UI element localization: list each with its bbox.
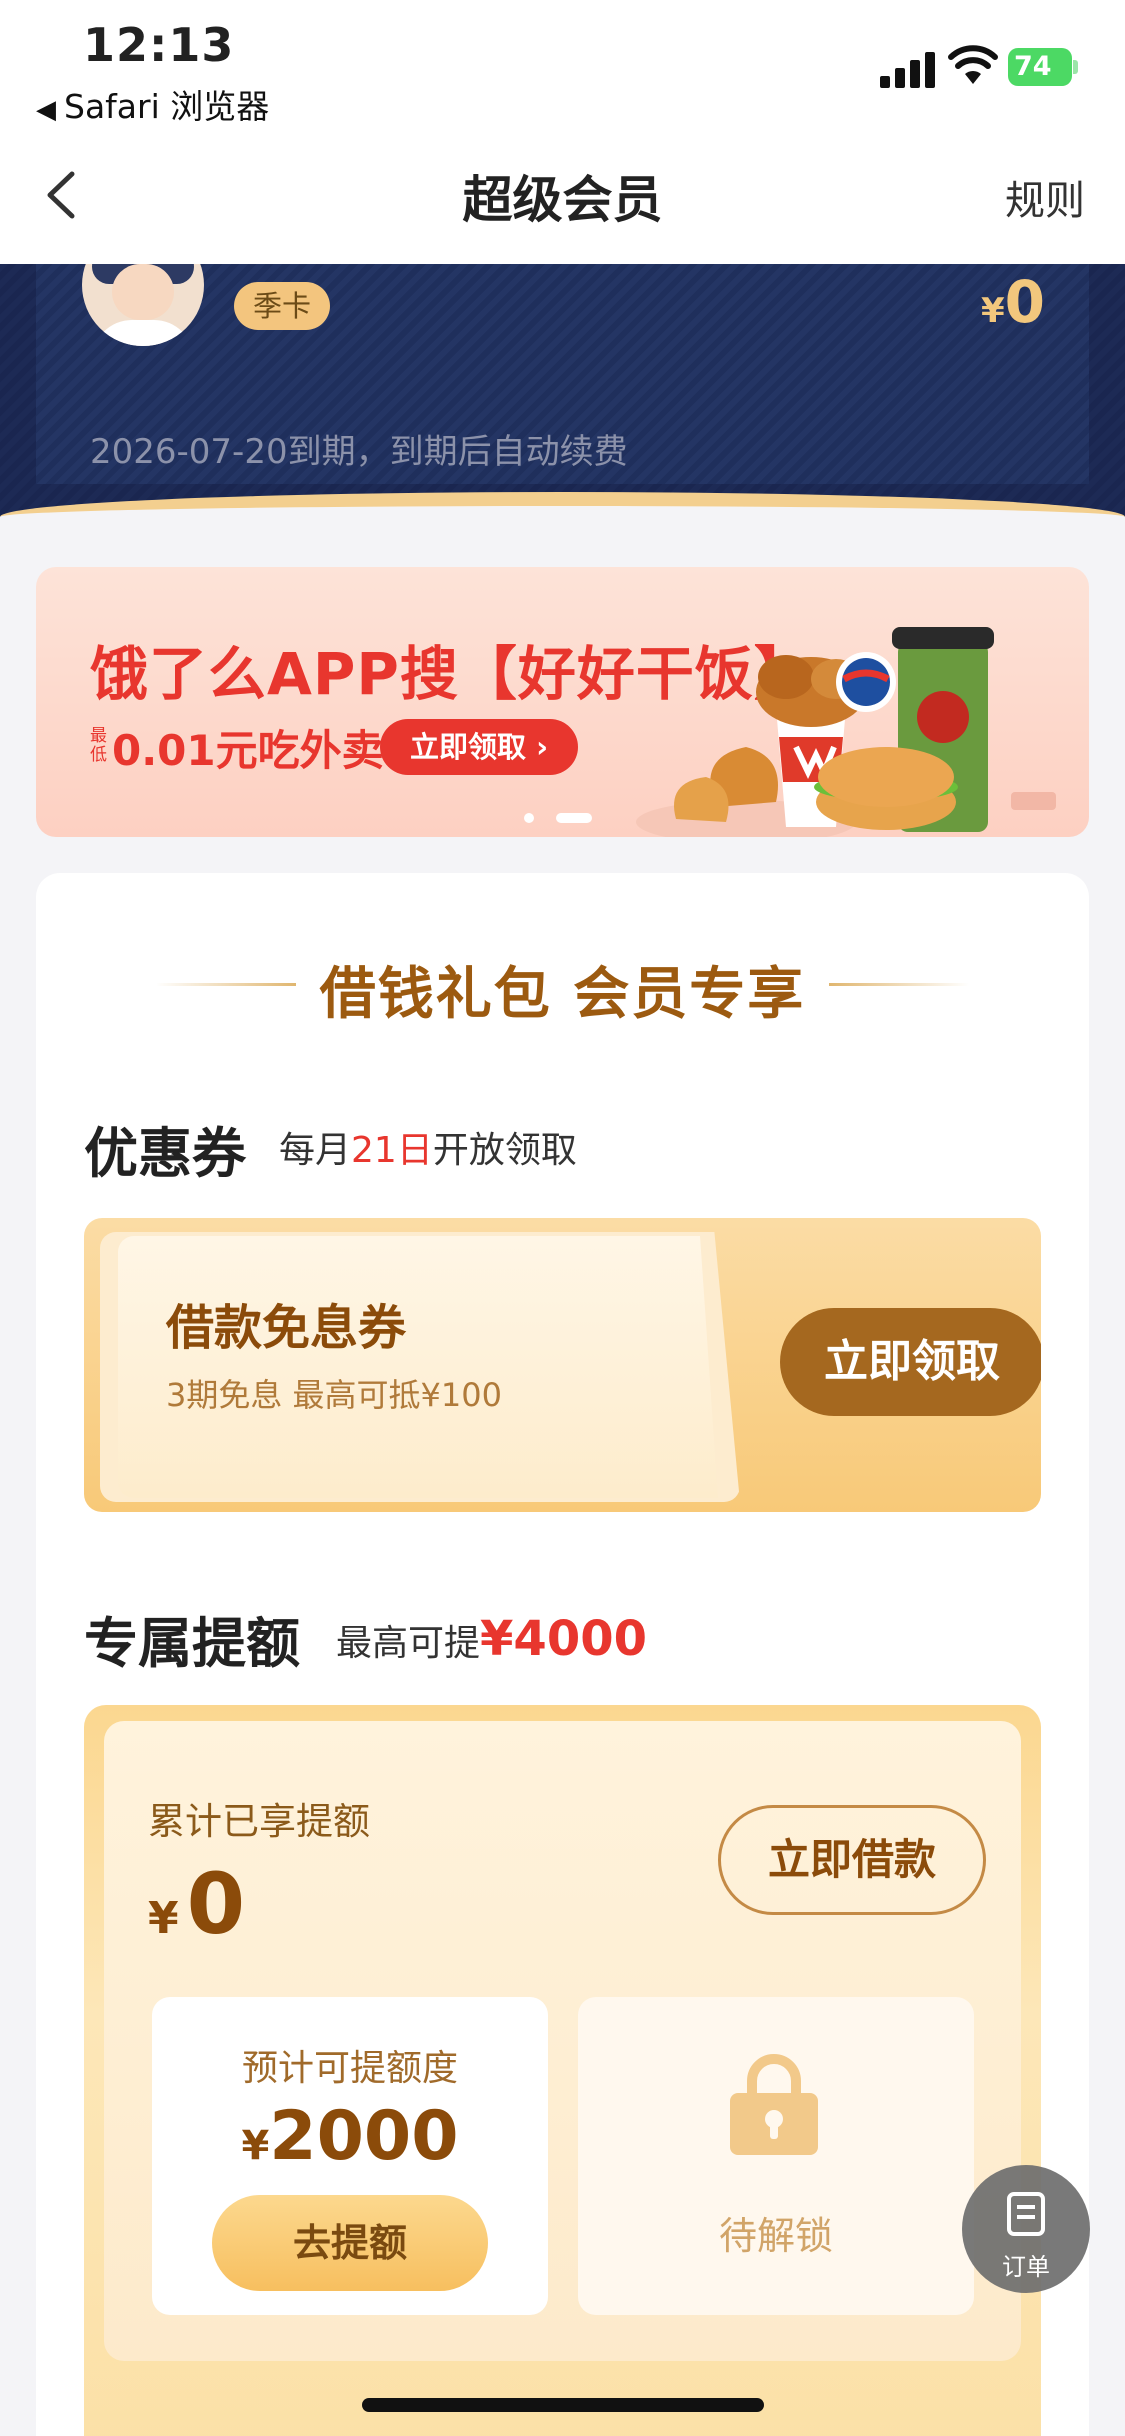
food-illustration [636,627,1056,837]
member-price-value: 0 [1004,268,1045,336]
battery-icon: 74 [1008,48,1078,86]
heading-line-right [829,983,969,986]
quota-section-note: 最高可提¥4000 [336,1611,647,1667]
quota-note-amount: ¥4000 [480,1611,648,1667]
page-title: 超级会员 [462,171,663,229]
back-app-label: Safari 浏览器 [64,87,270,126]
top-bar: 12:13 ◀ Safari 浏览器 74 超级会员 规则 [0,0,1125,264]
borrow-now-button[interactable]: 立即借款 [718,1805,986,1915]
estimated-quota-label: 预计可提额度 [241,2048,458,2089]
coupon-section-title: 优惠券 [84,1122,246,1185]
pagination-dot-active [556,812,592,823]
estimated-quota-number: 2000 [269,2097,459,2176]
member-price: ¥0 [981,268,1045,336]
banner-subtitle: 0.01元吃外卖 [112,726,384,775]
promo-banner[interactable]: 饿了么APP搜【好好干饭】 最低 0.01元吃外卖 立即领取 › [36,567,1089,837]
gift-section: 借钱礼包 会员专享 优惠券 每月21日开放领取 借款免息券 3期免息 最高可抵¥… [36,873,1089,2436]
raise-quota-button[interactable]: 去提额 [212,2195,488,2291]
pagination-dot [524,812,534,823]
estimated-quota-value: ¥2000 [152,2097,548,2176]
coupon-name: 借款免息券 [166,1300,407,1356]
member-price-symbol: ¥ [980,291,1005,331]
back-to-app-link[interactable]: ◀ Safari 浏览器 [36,80,269,128]
wifi-icon [948,45,998,84]
quota-card: 累计已享提额 ¥0 立即借款 预计可提额度 ¥2000 去提额 待解锁 [84,1705,1041,2436]
accumulated-quota-symbol: ¥ [148,1893,179,1944]
banner-claim-button[interactable]: 立即领取 › [380,719,578,775]
member-card: 季卡 ¥0 2026-07-20到期，到期后自动续费 [0,224,1125,532]
coupon-note-prefix: 每月 [279,1130,352,1171]
rules-link[interactable]: 规则 [1005,168,1085,226]
locked-label: 待解锁 [718,2214,833,2258]
accumulated-quota-number: 0 [186,1855,246,1953]
coupon-paper [118,1236,718,1498]
estimated-quota-card: 预计可提额度 ¥2000 去提额 [152,1997,548,2315]
quota-section-title: 专属提额 [84,1612,300,1675]
claim-coupon-button[interactable]: 立即领取 [780,1308,1041,1416]
back-triangle-icon: ◀ [36,95,56,125]
cellular-signal-icon [880,48,940,88]
battery-level: 74 [1008,48,1072,86]
accumulated-quota-value: ¥0 [148,1855,245,1953]
locked-quota-card: 待解锁 [578,1997,974,2315]
accumulated-quota-label: 累计已享提额 [148,1800,370,1843]
coupon-section-note: 每月21日开放领取 [279,1121,577,1173]
order-fab-label: 订单 [1002,2253,1050,2281]
membership-type-badge: 季卡 [234,282,330,330]
coupon-note-day: 21日 [351,1130,433,1171]
interest-free-coupon-card: 借款免息券 3期免息 最高可抵¥100 立即领取 [84,1218,1041,1512]
order-fab-button[interactable]: 订单 [962,2165,1090,2293]
estimated-quota-symbol: ¥ [241,2123,270,2169]
home-indicator[interactable] [362,2398,764,2412]
banner-min-label: 最低 [90,726,107,765]
order-list-icon [1007,2192,1045,2236]
status-time: 12:13 [83,18,235,72]
gold-edge-divider [0,492,1125,532]
banner-pagination [524,807,614,826]
quota-note-prefix: 最高可提 [336,1623,481,1664]
coupon-note-suffix: 开放领取 [432,1130,577,1171]
gift-heading: 借钱礼包 会员专享 [319,962,806,1027]
expiry-text: 2026-07-20到期，到期后自动续费 [90,432,628,472]
coupon-description: 3期免息 最高可抵¥100 [166,1376,502,1414]
lock-icon [730,2054,818,2155]
